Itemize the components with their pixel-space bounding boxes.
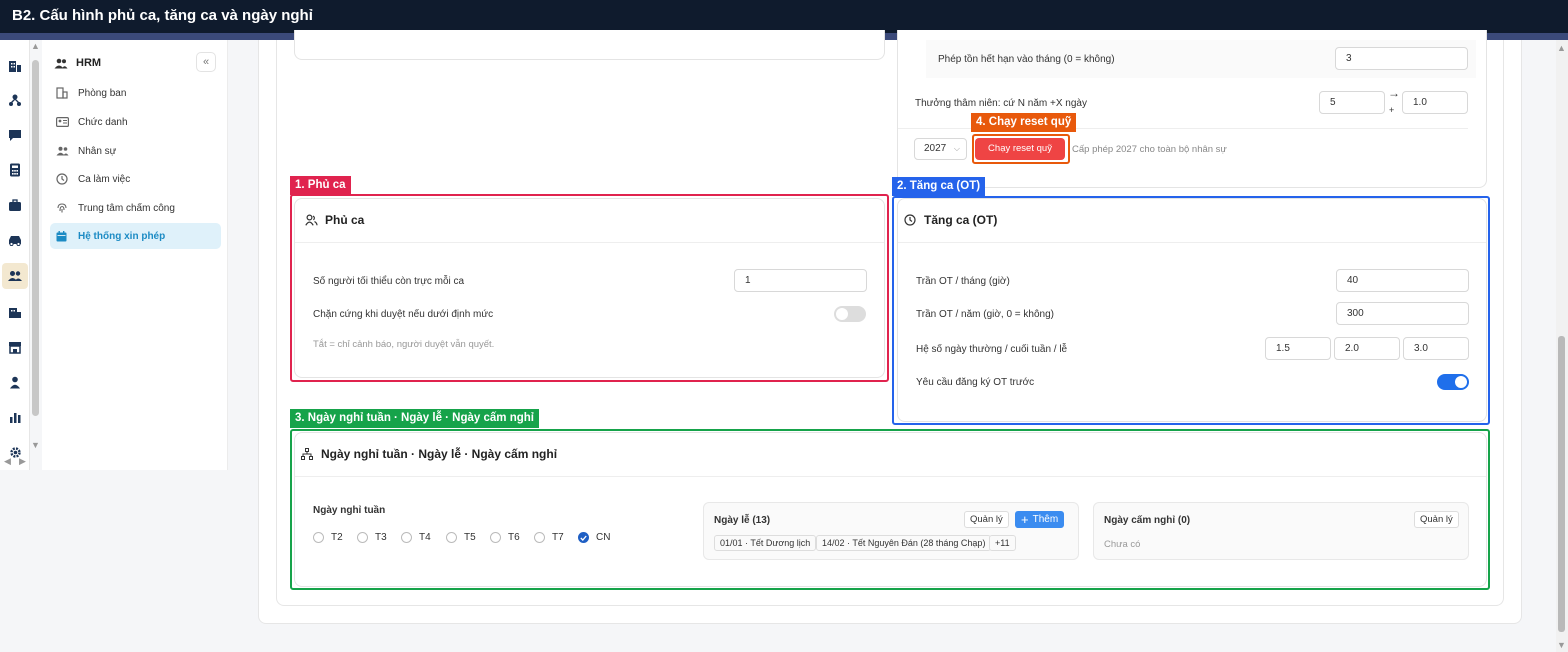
sidebar-item-phong-ban[interactable]: Phòng ban bbox=[50, 80, 221, 106]
expire-month-input[interactable]: 3 bbox=[1335, 47, 1468, 70]
annotation-tag-reset: 4. Chạy reset quỹ bbox=[971, 113, 1077, 132]
scroll-down-arrow-icon[interactable]: ▼ bbox=[1557, 640, 1566, 650]
sidebar-item-label: Hệ thống xin phép bbox=[78, 230, 166, 242]
year-select-value: 2027 bbox=[924, 143, 947, 154]
expire-month-label: Phép tồn hết hạn vào tháng (0 = không) bbox=[938, 54, 1115, 65]
sidebar: HRM « Phòng ban Chức danh Nhân sự Ca làm… bbox=[42, 40, 228, 470]
arrow-right-icon: → bbox=[1388, 86, 1400, 100]
building-icon[interactable] bbox=[5, 56, 25, 76]
sidebar-item-label: Chức danh bbox=[78, 116, 128, 128]
sidebar-header-label: HRM bbox=[76, 57, 102, 69]
building-icon bbox=[56, 87, 72, 99]
reset-hint: Cấp phép 2027 cho toàn bộ nhân sự bbox=[1072, 144, 1227, 155]
clock-icon bbox=[56, 173, 72, 185]
annotation-tag-holidays: 3. Ngày nghỉ tuần · Ngày lễ · Ngày cấm n… bbox=[290, 409, 539, 428]
sidebar-item-chuc-danh[interactable]: Chức danh bbox=[50, 109, 221, 135]
previous-card-bottom bbox=[294, 30, 885, 60]
sidebar-footer-area bbox=[0, 470, 228, 652]
sidebar-item-he-thong-xin-phep[interactable]: Hệ thống xin phép bbox=[50, 223, 221, 249]
scroll-down-arrow-icon[interactable]: ▼ bbox=[31, 440, 40, 450]
id-card-icon bbox=[56, 117, 72, 127]
plus-icon: + bbox=[1389, 105, 1395, 115]
users-icon bbox=[54, 58, 70, 69]
sidebar-item-label: Ca làm việc bbox=[78, 173, 131, 185]
year-select[interactable]: 2027 ⌵ bbox=[914, 138, 967, 160]
sidebar-item-nhan-su[interactable]: Nhân sự bbox=[50, 138, 221, 164]
calculator-icon[interactable] bbox=[5, 160, 25, 180]
car-icon[interactable] bbox=[5, 230, 25, 250]
sidebar-item-label: Nhân sự bbox=[78, 145, 117, 157]
seniority-years-input[interactable]: 5 bbox=[1319, 91, 1385, 114]
fingerprint-icon bbox=[56, 202, 72, 214]
user-tie-icon[interactable] bbox=[5, 372, 25, 392]
seniority-label: Thưởng thâm niên: cứ N năm +X ngày bbox=[915, 98, 1087, 109]
double-chevron-left-icon: « bbox=[202, 56, 210, 68]
store-icon[interactable] bbox=[5, 337, 25, 357]
annotation-tag-coverage: 1. Phủ ca bbox=[290, 176, 351, 195]
scroll-left-arrow-icon[interactable]: ◀ bbox=[4, 456, 11, 467]
sidebar-item-label: Phòng ban bbox=[78, 87, 127, 99]
office-icon[interactable] bbox=[5, 302, 25, 322]
annotation-box-overtime bbox=[892, 196, 1490, 425]
seniority-days-input[interactable]: 1.0 bbox=[1402, 91, 1468, 114]
scroll-up-arrow-icon[interactable]: ▲ bbox=[31, 41, 40, 51]
chat-icon[interactable] bbox=[5, 125, 25, 145]
rail-scrollbar[interactable] bbox=[32, 60, 39, 416]
annotation-tag-overtime: 2. Tăng ca (OT) bbox=[892, 177, 986, 196]
collapse-sidebar-button[interactable]: « bbox=[196, 52, 216, 72]
window-title-bar: B2. Cấu hình phủ ca, tăng ca và ngày ngh… bbox=[0, 0, 1568, 33]
window-title: B2. Cấu hình phủ ca, tăng ca và ngày ngh… bbox=[12, 7, 313, 24]
annotation-box-holidays bbox=[290, 429, 1490, 590]
users-icon bbox=[56, 146, 72, 156]
scroll-right-arrow-icon[interactable]: ▶ bbox=[19, 456, 26, 467]
people-icon[interactable] bbox=[2, 263, 28, 289]
bar-chart-icon[interactable] bbox=[5, 407, 25, 427]
sidebar-item-label: Trung tâm chấm công bbox=[78, 202, 175, 214]
chevron-down-icon: ⌵ bbox=[953, 144, 960, 153]
calendar-icon bbox=[56, 230, 72, 242]
network-icon[interactable] bbox=[5, 90, 25, 110]
briefcase-icon[interactable] bbox=[5, 195, 25, 215]
sidebar-item-ca-lam-viec[interactable]: Ca làm việc bbox=[50, 166, 221, 192]
sidebar-item-trung-tam-cham-cong[interactable]: Trung tâm chấm công bbox=[50, 195, 221, 221]
page-scrollbar-thumb[interactable] bbox=[1558, 336, 1565, 632]
annotation-box-coverage bbox=[290, 194, 889, 382]
scroll-up-arrow-icon[interactable]: ▲ bbox=[1557, 43, 1566, 53]
annotation-box-reset bbox=[972, 134, 1070, 164]
